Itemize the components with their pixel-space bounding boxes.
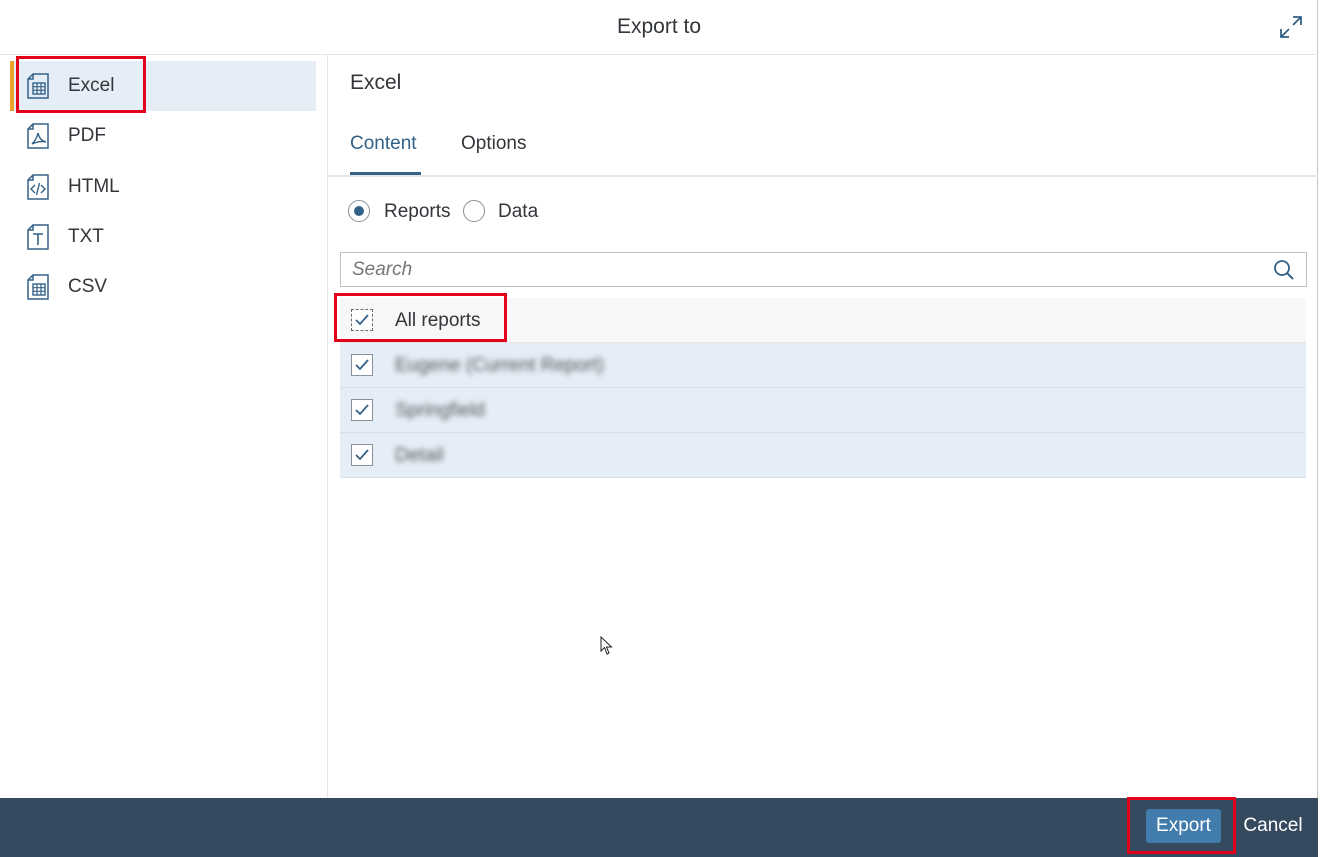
search-field xyxy=(340,252,1307,287)
radio-reports[interactable] xyxy=(348,200,370,222)
radio-data-label[interactable]: Data xyxy=(498,201,538,223)
content-panel: Excel Content Options Reports Data Searc… xyxy=(328,55,1318,798)
tab-content[interactable]: Content xyxy=(350,133,417,155)
sidebar-item-label: Excel xyxy=(68,75,115,96)
checkmark-icon xyxy=(355,449,369,461)
report-checkbox[interactable] xyxy=(351,399,373,421)
report-checkbox[interactable] xyxy=(351,444,373,466)
active-tab-indicator xyxy=(350,172,421,175)
txt-file-icon xyxy=(27,224,49,250)
list-item[interactable]: Detail xyxy=(340,433,1306,478)
list-item[interactable]: Eugene (Current Report) xyxy=(340,343,1306,388)
html-file-icon xyxy=(27,174,49,200)
all-reports-label: All reports xyxy=(395,310,481,331)
tab-bar: Content Options xyxy=(328,115,1318,177)
report-checkbox[interactable] xyxy=(351,354,373,376)
sidebar-item-txt[interactable]: TXT xyxy=(10,212,316,262)
csv-file-icon xyxy=(27,274,49,300)
cancel-button[interactable]: Cancel xyxy=(1236,809,1310,843)
sidebar-item-label: PDF xyxy=(68,125,106,146)
dialog-header: Export to xyxy=(0,0,1318,55)
export-button[interactable]: Export xyxy=(1146,809,1221,843)
select-all-checkbox[interactable] xyxy=(351,309,373,331)
radio-reports-label[interactable]: Reports xyxy=(384,201,451,223)
radio-data[interactable] xyxy=(463,200,485,222)
sidebar-item-html[interactable]: HTML xyxy=(10,162,316,212)
search-icon[interactable] xyxy=(1272,258,1296,282)
maximize-icon xyxy=(1280,16,1302,38)
export-dialog: Export to Excel PDF HTML TXT CSV Excel C… xyxy=(0,0,1318,857)
panel-title: Excel xyxy=(350,71,402,94)
sidebar-item-label: TXT xyxy=(68,226,104,247)
checkmark-icon xyxy=(355,314,369,326)
list-header-row[interactable]: All reports xyxy=(340,298,1306,343)
report-name: Detail xyxy=(395,445,444,466)
checkmark-icon xyxy=(355,359,369,371)
sidebar-item-pdf[interactable]: PDF xyxy=(10,111,316,161)
sidebar-item-csv[interactable]: CSV xyxy=(10,262,316,312)
dialog-footer: Export Cancel xyxy=(0,798,1318,857)
report-name: Springfield xyxy=(395,400,485,421)
dialog-title: Export to xyxy=(616,15,702,38)
checkmark-icon xyxy=(355,404,369,416)
excel-file-icon xyxy=(27,73,49,99)
pdf-file-icon xyxy=(27,123,49,149)
search-input[interactable] xyxy=(342,254,1262,285)
sidebar-item-label: CSV xyxy=(68,276,108,297)
maximize-button[interactable] xyxy=(1278,14,1304,40)
sidebar-item-label: HTML xyxy=(68,176,120,197)
format-sidebar: Excel PDF HTML TXT CSV xyxy=(0,55,328,798)
list-item[interactable]: Springfield xyxy=(340,388,1306,433)
tab-options[interactable]: Options xyxy=(461,133,526,155)
sidebar-item-excel[interactable]: Excel xyxy=(10,61,316,111)
report-name: Eugene (Current Report) xyxy=(395,355,605,376)
